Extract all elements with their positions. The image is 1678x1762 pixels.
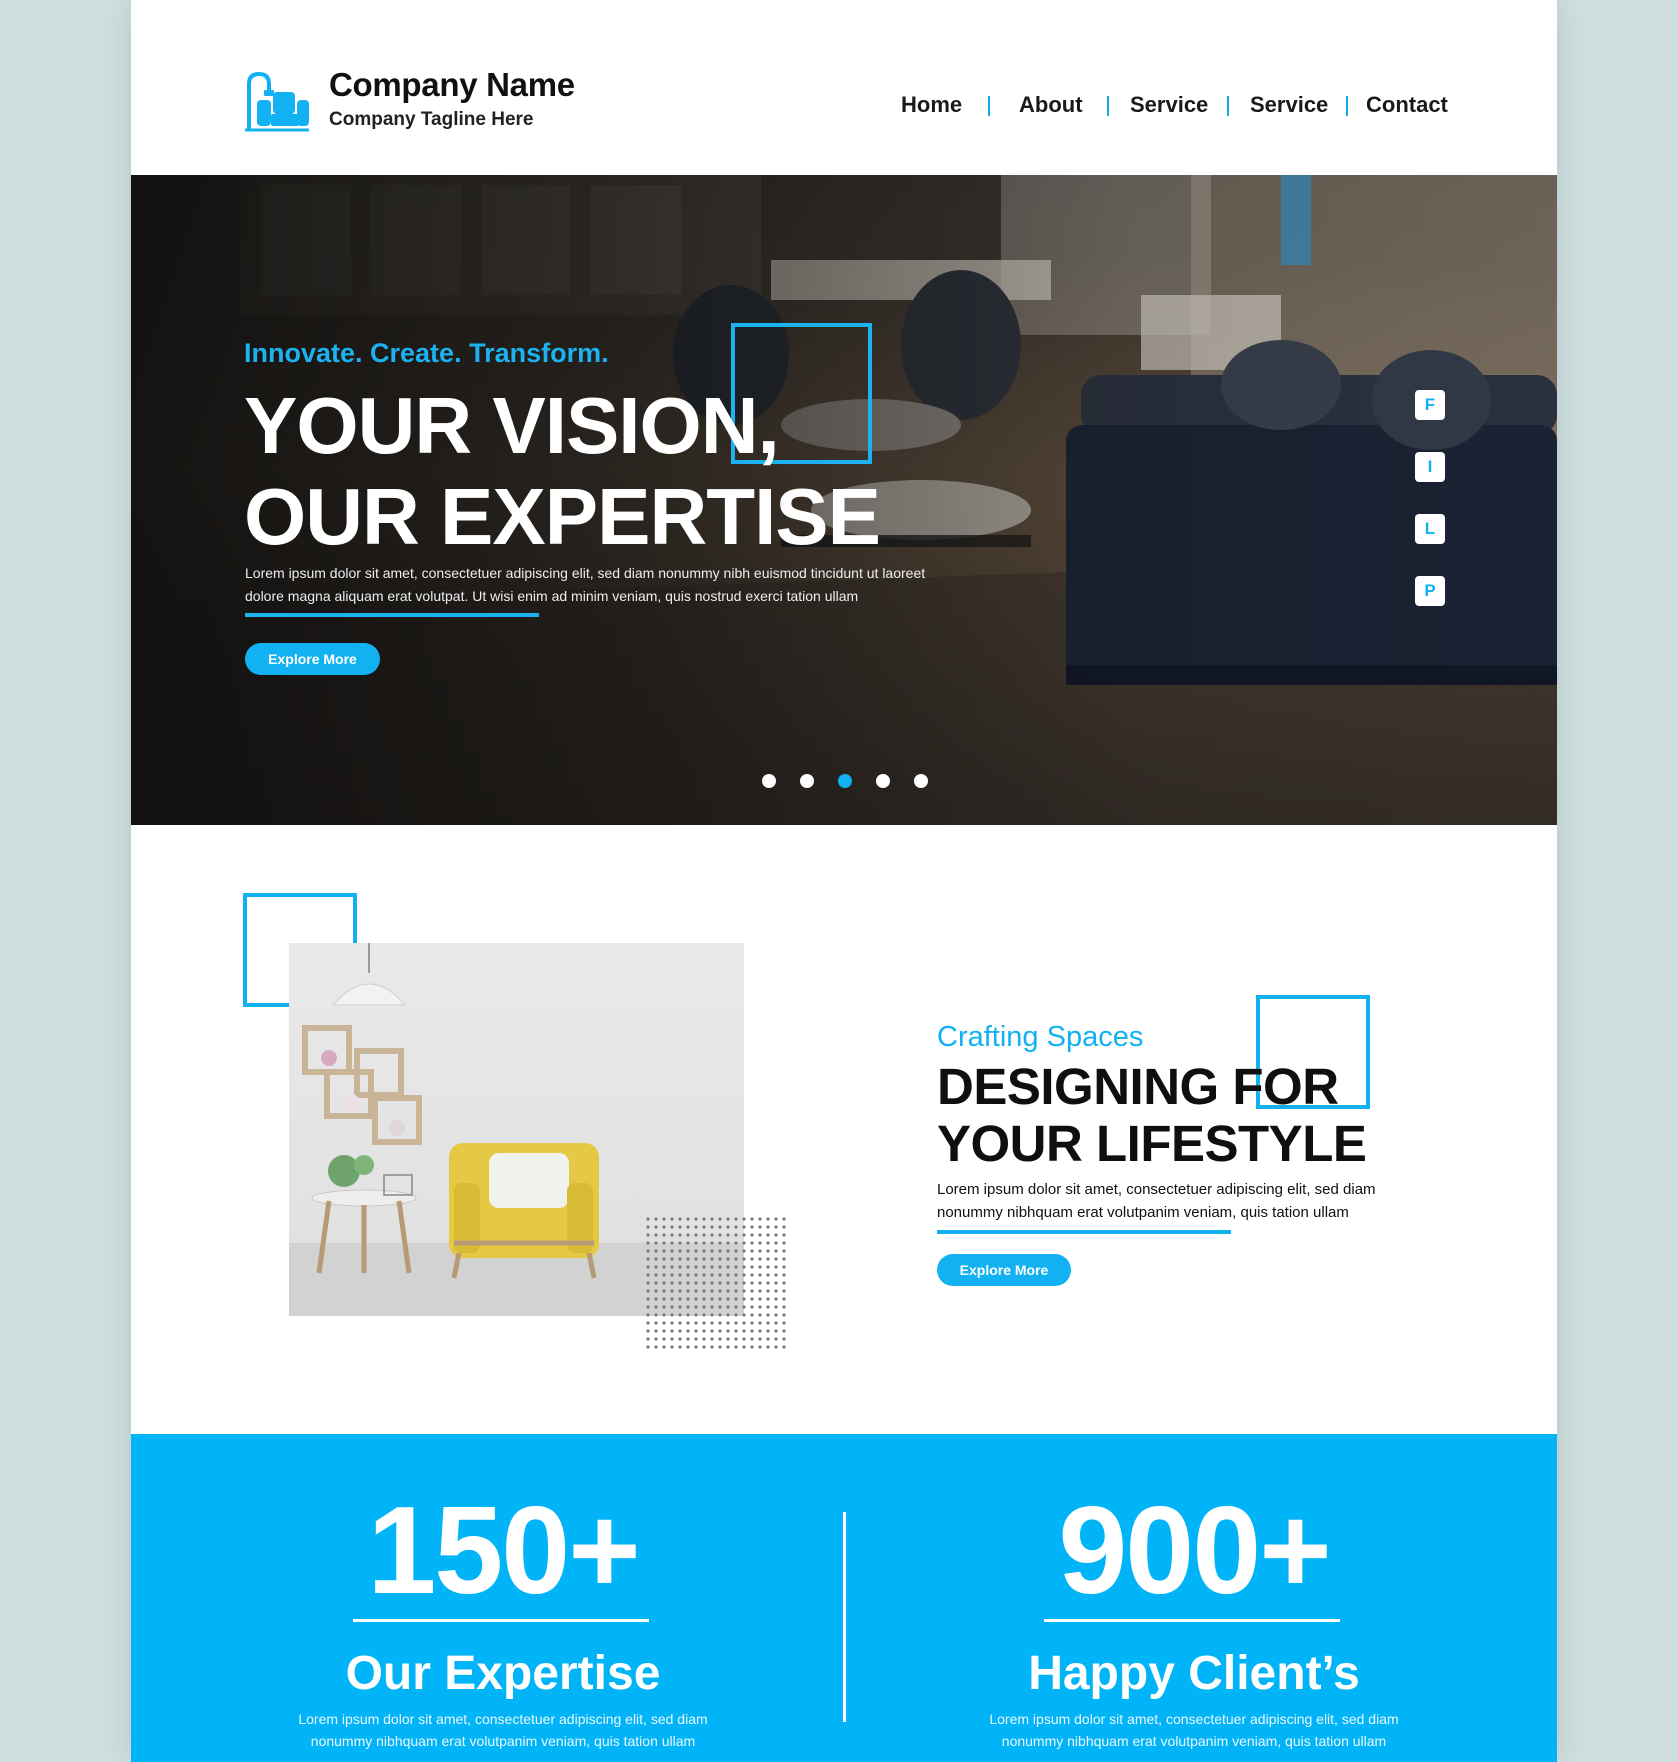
slider-dot-1[interactable] — [762, 774, 776, 788]
stat-clients-number: 900+ — [1058, 1482, 1331, 1620]
stat-expertise-label: Our Expertise — [345, 1647, 661, 1700]
about-title-line1: DESIGNING FOR — [937, 1058, 1339, 1115]
stats-band: 150+ Our Expertise Lorem ipsum dolor sit… — [131, 1434, 1557, 1762]
stat-clients-description: Lorem ipsum dolor sit amet, consectetuer… — [964, 1708, 1424, 1752]
slider-dot-5[interactable] — [914, 774, 928, 788]
stat-expertise-description: Lorem ipsum dolor sit amet, consectetuer… — [273, 1708, 733, 1752]
slider-dot-3-active[interactable] — [838, 774, 852, 788]
nav-contact[interactable]: Contact — [1366, 92, 1448, 118]
hero-explore-button[interactable]: Explore More — [245, 643, 380, 675]
about-explore-button[interactable]: Explore More — [937, 1254, 1071, 1286]
nav-separator — [1346, 96, 1348, 116]
hero-description-line2: dolore magna aliquam erat volutpat. Ut w… — [245, 588, 859, 604]
about-title-line2: YOUR LIFESTYLE — [937, 1115, 1367, 1172]
slider-dot-2[interactable] — [800, 774, 814, 788]
about-description-line1: Lorem ipsum dolor sit amet, consectetuer… — [937, 1181, 1376, 1198]
linkedin-icon[interactable]: L — [1415, 514, 1445, 544]
nav-separator — [1107, 96, 1109, 116]
company-name: Company Name — [329, 66, 575, 103]
hero-banner: Innovate. Create. Transform. YOUR VISION… — [131, 175, 1557, 825]
stat-clients-label: Happy Client’s — [1028, 1647, 1360, 1700]
nav-separator — [1227, 96, 1229, 116]
stat-clients-description-line1: Lorem ipsum dolor sit amet, consectetuer… — [989, 1711, 1399, 1727]
hero-underline — [245, 613, 539, 617]
nav-service[interactable]: Service — [1130, 92, 1208, 118]
instagram-icon[interactable]: I — [1415, 452, 1445, 482]
hero-title-line2: OUR EXPERTISE — [244, 472, 881, 561]
hero-title: YOUR VISION, OUR EXPERTISE — [244, 380, 881, 562]
nav-service-2[interactable]: Service — [1250, 92, 1328, 118]
stat-expertise-rule — [353, 1619, 649, 1622]
about-description: Lorem ipsum dolor sit amet, consectetuer… — [937, 1178, 1387, 1224]
hero-tagline: Innovate. Create. Transform. — [244, 338, 609, 368]
pinterest-icon[interactable]: P — [1415, 576, 1445, 606]
hero-description: Lorem ipsum dolor sit amet, consectetuer… — [245, 562, 1025, 608]
stat-expertise-description-line2: nonummy nibhquam erat volutpanim veniam,… — [310, 1733, 696, 1749]
stat-expertise-number: 150+ — [367, 1482, 640, 1620]
landing-page: Company Name Company Tagline Here Home A… — [131, 0, 1557, 1762]
stat-expertise-description-line1: Lorem ipsum dolor sit amet, consectetuer… — [298, 1711, 708, 1727]
company-tagline: Company Tagline Here — [329, 109, 534, 130]
facebook-icon[interactable]: F — [1415, 390, 1445, 420]
dot-pattern-decoration — [645, 1216, 790, 1353]
about-underline — [937, 1230, 1231, 1234]
nav-home[interactable]: Home — [901, 92, 962, 118]
nav-about[interactable]: About — [1019, 92, 1083, 118]
hero-description-line1: Lorem ipsum dolor sit amet, consectetuer… — [245, 565, 926, 581]
stat-clients-description-line2: nonummy nibhquam erat volutpanim veniam,… — [1001, 1733, 1387, 1749]
about-tagline: Crafting Spaces — [937, 1021, 1144, 1053]
stats-divider — [843, 1512, 846, 1722]
about-description-line2: nonummy nibhquam erat volutpanim veniam,… — [937, 1204, 1349, 1221]
hero-title-line1: YOUR VISION, — [244, 381, 780, 470]
nav-separator — [988, 96, 990, 116]
slider-dot-4[interactable] — [876, 774, 890, 788]
furniture-logo-icon[interactable] — [243, 70, 309, 132]
site-header: Company Name Company Tagline Here Home A… — [131, 0, 1557, 175]
stat-clients-rule — [1044, 1619, 1340, 1622]
about-title: DESIGNING FOR YOUR LIFESTYLE — [937, 1058, 1367, 1172]
